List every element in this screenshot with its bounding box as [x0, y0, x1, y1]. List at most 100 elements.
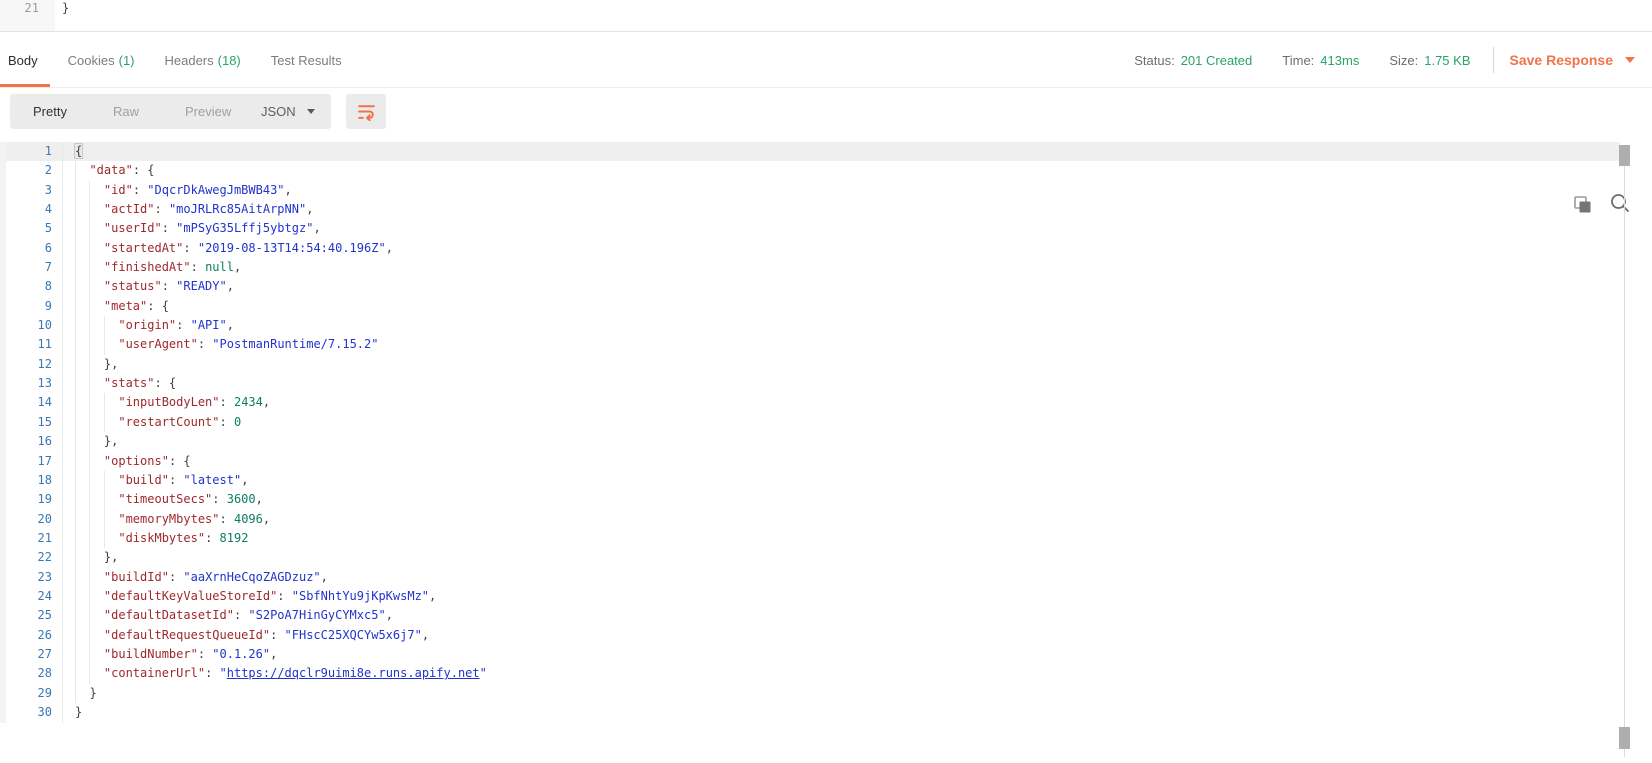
tab-label: Headers	[165, 53, 214, 68]
code-line-text: "inputBodyLen": 2434,	[75, 393, 270, 412]
code-line-text: },	[75, 355, 118, 374]
code-line-text: "data": {	[75, 161, 155, 180]
tab-count-badge: (1)	[119, 53, 135, 68]
tab-label: Cookies	[68, 53, 115, 68]
code-line: 10 "origin": "API",	[0, 316, 1620, 335]
line-number: 10	[0, 316, 52, 335]
response-body-viewer[interactable]: 1{2 "data": {3 "id": "DqcrDkAwegJmBWB43"…	[0, 142, 1620, 723]
code-line: 24 "defaultKeyValueStoreId": "SbfNhtYu9j…	[0, 587, 1620, 606]
view-mode-preview[interactable]: Preview	[162, 94, 254, 129]
line-number: 16	[0, 432, 52, 451]
code-line-text: "restartCount": 0	[75, 413, 241, 432]
code-line: 14 "inputBodyLen": 2434,	[0, 393, 1620, 412]
code-line: 5 "userId": "mPSyG35Lffj5ybtgz",	[0, 219, 1620, 238]
wrap-text-button[interactable]	[346, 94, 386, 129]
line-number: 18	[0, 471, 52, 490]
line-number: 17	[0, 452, 52, 471]
language-dropdown-value: JSON	[261, 104, 296, 119]
code-line: 30}	[0, 703, 1620, 722]
code-line: 25 "defaultDatasetId": "S2PoA7HinGyCYMxc…	[0, 606, 1620, 625]
code-line: 12 },	[0, 355, 1620, 374]
view-mode-raw[interactable]: Raw	[90, 94, 162, 129]
tab-label: Body	[8, 53, 38, 68]
code-line-text: "memoryMbytes": 4096,	[75, 510, 270, 529]
line-number: 2	[0, 161, 52, 180]
code-line: 3 "id": "DqcrDkAwegJmBWB43",	[0, 181, 1620, 200]
code-line-text: "buildNumber": "0.1.26",	[75, 645, 277, 664]
code-line: 19 "timeoutSecs": 3600,	[0, 490, 1620, 509]
code-line: 6 "startedAt": "2019-08-13T14:54:40.196Z…	[0, 239, 1620, 258]
response-time: Time: 413ms	[1282, 53, 1359, 68]
vertical-scrollbar-thumb-bottom[interactable]	[1619, 727, 1630, 749]
code-line-text: "meta": {	[75, 297, 169, 316]
request-editor-tail[interactable]: 21 }	[0, 0, 1652, 32]
code-line-text: "timeoutSecs": 3600,	[75, 490, 263, 509]
line-number: 13	[0, 374, 52, 393]
code-line: 17 "options": {	[0, 452, 1620, 471]
code-line-text: "startedAt": "2019-08-13T14:54:40.196Z",	[75, 239, 393, 258]
status-label: Status:	[1134, 53, 1174, 68]
line-number: 23	[0, 568, 52, 587]
code-line: 4 "actId": "moJRLRc85AitArpNN",	[0, 200, 1620, 219]
code-line-text: "defaultKeyValueStoreId": "SbfNhtYu9jKpK…	[75, 587, 436, 606]
tab-cookies[interactable]: Cookies (1)	[68, 32, 135, 88]
code-line: 29 }	[0, 684, 1620, 703]
line-number: 8	[0, 277, 52, 296]
language-dropdown[interactable]: JSON	[245, 94, 331, 129]
postman-response-panel: 21 } Body Cookies (1) Headers (18) Test Resul…	[0, 0, 1652, 763]
line-number: 12	[0, 355, 52, 374]
status-code: Status: 201 Created	[1134, 53, 1252, 68]
save-response-button[interactable]: Save Response	[1510, 52, 1636, 68]
tab-headers[interactable]: Headers (18)	[165, 32, 241, 88]
code-line: 16 },	[0, 432, 1620, 451]
line-number: 21	[0, 529, 52, 548]
code-line: 27 "buildNumber": "0.1.26",	[0, 645, 1620, 664]
code-line: 9 "meta": {	[0, 297, 1620, 316]
code-line-text: }	[75, 703, 82, 722]
code-line: 13 "stats": {	[0, 374, 1620, 393]
code-line: 23 "buildId": "aaXrnHeCqoZAGDzuz",	[0, 568, 1620, 587]
request-editor-line-number: 21	[0, 0, 55, 31]
line-number: 28	[0, 664, 52, 683]
time-value: 413ms	[1320, 53, 1359, 68]
code-line-text: "build": "latest",	[75, 471, 248, 490]
response-meta-bar: Body Cookies (1) Headers (18) Test Results St…	[0, 32, 1652, 88]
code-line-text: "stats": {	[75, 374, 176, 393]
code-line-text: "userAgent": "PostmanRuntime/7.15.2"	[75, 335, 378, 354]
response-toolbar: PrettyRawPreview JSON	[0, 88, 1652, 142]
tab-test-results[interactable]: Test Results	[271, 32, 342, 88]
tab-body[interactable]: Body	[8, 32, 38, 88]
line-number: 19	[0, 490, 52, 509]
save-response-label: Save Response	[1510, 52, 1614, 68]
code-line-text: }	[75, 684, 97, 703]
view-mode-pretty[interactable]: Pretty	[10, 94, 90, 129]
code-line: 28 "containerUrl": "https://dqclr9uimi8e…	[0, 664, 1620, 683]
code-line: 7 "finishedAt": null,	[0, 258, 1620, 277]
line-number: 29	[0, 684, 52, 703]
line-number: 24	[0, 587, 52, 606]
code-line: 15 "restartCount": 0	[0, 413, 1620, 432]
response-tabs: Body Cookies (1) Headers (18) Test Results	[8, 32, 342, 88]
tab-count-badge: (18)	[218, 53, 241, 68]
response-size: Size: 1.75 KB	[1389, 53, 1470, 68]
code-line-text: "containerUrl": "https://dqclr9uimi8e.ru…	[75, 664, 487, 683]
line-number: 11	[0, 335, 52, 354]
tab-label: Test Results	[271, 53, 342, 68]
line-number: 4	[0, 200, 52, 219]
code-line: 11 "userAgent": "PostmanRuntime/7.15.2"	[0, 335, 1620, 354]
line-number: 20	[0, 510, 52, 529]
code-line-text: "diskMbytes": 8192	[75, 529, 248, 548]
line-number: 25	[0, 606, 52, 625]
line-number: 15	[0, 413, 52, 432]
view-mode-segmented-control: PrettyRawPreview	[10, 94, 254, 129]
request-editor-code: }	[62, 1, 69, 15]
code-line-text: "buildId": "aaXrnHeCqoZAGDzuz",	[75, 568, 328, 587]
code-line-text: "id": "DqcrDkAwegJmBWB43",	[75, 181, 292, 200]
code-line: 22 },	[0, 548, 1620, 567]
size-value: 1.75 KB	[1424, 53, 1470, 68]
chevron-down-icon	[307, 109, 315, 114]
vertical-scrollbar-thumb-top[interactable]	[1619, 145, 1630, 166]
container-url-link[interactable]: https://dqclr9uimi8e.runs.apify.net	[227, 666, 480, 680]
code-line-text: "options": {	[75, 452, 191, 471]
size-label: Size:	[1389, 53, 1418, 68]
